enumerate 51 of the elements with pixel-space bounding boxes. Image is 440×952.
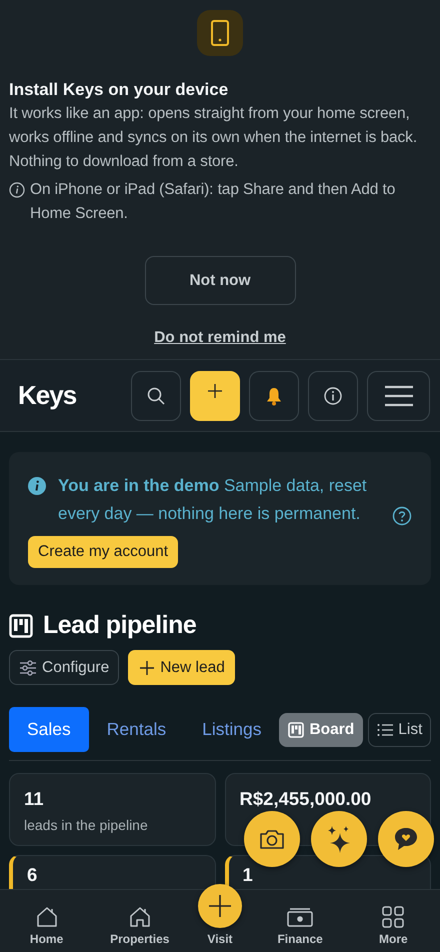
search-icon xyxy=(146,386,166,406)
sliders-icon xyxy=(19,660,37,676)
home-icon xyxy=(34,905,59,929)
banknote-icon xyxy=(287,907,314,929)
menu-button[interactable] xyxy=(367,370,430,420)
demo-message: You are in the demo Sample data, reset every day — nothing here is permanent. xyxy=(58,475,368,525)
info-icon xyxy=(28,477,46,495)
stat-label: leads in the pipeline xyxy=(24,817,149,833)
phone-icon xyxy=(197,10,243,56)
new-lead-button[interactable]: New lead xyxy=(128,650,235,685)
bell-icon xyxy=(265,386,283,406)
install-description: It works like an app: opens straight from your home screen, works offline and syncs on its own when the internet is back. Nothing to download from a store. xyxy=(9,104,418,172)
help-icon[interactable] xyxy=(392,506,412,526)
nav-item[interactable]: Home xyxy=(12,905,82,946)
info-icon xyxy=(9,182,25,198)
install-tip: On iPhone or iPad (Safari): tap Share and then Add to Home Screen. xyxy=(30,180,396,224)
nav-item[interactable]: Finance xyxy=(265,907,336,946)
board-view-button[interactable]: Board xyxy=(279,712,364,746)
list-icon xyxy=(377,722,394,736)
pipeline-tab[interactable]: Sales xyxy=(9,707,89,752)
house-icon xyxy=(128,905,152,929)
board-icon xyxy=(9,614,33,638)
stage-count: 1 xyxy=(242,864,254,885)
chat-heart-icon xyxy=(393,826,419,852)
pipeline-tab[interactable]: Rentals xyxy=(88,707,184,752)
create-account-button[interactable]: Create my account xyxy=(28,536,178,568)
search-button[interactable] xyxy=(131,370,181,420)
nav-item[interactable]: More xyxy=(358,905,428,946)
stat-value: R$2,455,000.00 xyxy=(240,788,372,809)
list-view-button[interactable]: List xyxy=(368,712,432,746)
nav-item[interactable]: Properties xyxy=(104,905,175,946)
notifications-button[interactable] xyxy=(249,370,299,420)
do-not-remind-link[interactable]: Do not remind me xyxy=(154,329,286,347)
plus-icon xyxy=(140,660,154,674)
stage-count: 6 xyxy=(27,864,38,885)
pipeline-tab[interactable]: Listings xyxy=(184,707,280,752)
app-logo: Keys xyxy=(18,380,76,411)
add-button[interactable] xyxy=(190,370,240,420)
not-now-button[interactable]: Not now xyxy=(144,256,296,305)
nav-item[interactable]: Visit xyxy=(198,884,242,946)
board-icon xyxy=(288,722,304,738)
plus-icon xyxy=(208,384,222,398)
camera-icon xyxy=(259,828,285,850)
info-icon xyxy=(323,386,343,406)
configure-button[interactable]: Configure xyxy=(9,650,120,685)
menu-icon xyxy=(384,384,414,406)
stat-value: 11 xyxy=(24,788,45,809)
pipeline-title: Lead pipeline xyxy=(43,611,196,640)
info-button[interactable] xyxy=(308,370,358,420)
grid-icon xyxy=(381,905,406,929)
install-title: Install Keys on your device xyxy=(9,79,230,101)
